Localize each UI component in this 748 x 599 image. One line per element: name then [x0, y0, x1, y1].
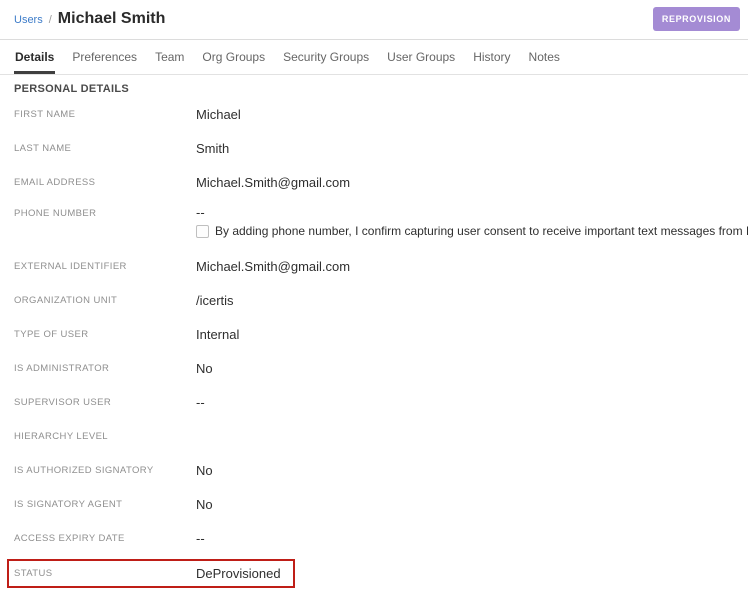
tab-team[interactable]: Team — [154, 40, 185, 74]
field-organization-unit: ORGANIZATION UNIT /icertis — [14, 283, 734, 317]
tab-history[interactable]: History — [472, 40, 511, 74]
field-hierarchy-level: HIERARCHY LEVEL — [14, 419, 734, 453]
tab-bar: Details Preferences Team Org Groups Secu… — [0, 40, 748, 75]
field-type-of-user: TYPE OF USER Internal — [14, 317, 734, 351]
field-status: STATUS DeProvisioned — [14, 555, 734, 591]
status-highlight-box: STATUS DeProvisioned — [7, 559, 295, 588]
breadcrumb-separator: / — [49, 14, 52, 26]
field-value: -- — [196, 395, 205, 410]
field-label: IS ADMINISTRATOR — [14, 363, 196, 374]
reprovision-button[interactable]: REPROVISION — [653, 7, 740, 31]
section-title: PERSONAL DETAILS — [14, 83, 734, 95]
page-title: Michael Smith — [58, 10, 166, 28]
field-label: TYPE OF USER — [14, 329, 196, 340]
field-label: STATUS — [14, 568, 196, 579]
field-label: ORGANIZATION UNIT — [14, 295, 196, 306]
field-email-address: EMAIL ADDRESS Michael.Smith@gmail.com — [14, 165, 734, 199]
tab-preferences[interactable]: Preferences — [71, 40, 138, 74]
field-external-identifier: EXTERNAL IDENTIFIER Michael.Smith@gmail.… — [14, 249, 734, 283]
field-value: /icertis — [196, 293, 234, 308]
field-access-expiry-date: ACCESS EXPIRY DATE -- — [14, 521, 734, 555]
field-value: No — [196, 361, 213, 376]
details-panel: PERSONAL DETAILS FIRST NAME Michael LAST… — [0, 75, 748, 591]
page-header: Users / Michael Smith REPROVISION — [0, 0, 748, 40]
tab-security-groups[interactable]: Security Groups — [282, 40, 370, 74]
field-is-signatory-agent: IS SIGNATORY AGENT No — [14, 487, 734, 521]
breadcrumb-users-link[interactable]: Users — [14, 14, 43, 26]
status-value: DeProvisioned — [196, 566, 281, 581]
field-value: Michael.Smith@gmail.com — [196, 175, 350, 190]
field-value: -- — [196, 531, 205, 546]
field-label: ACCESS EXPIRY DATE — [14, 533, 196, 544]
phone-consent-checkbox[interactable] — [196, 225, 209, 238]
field-value: -- — [196, 205, 748, 220]
field-value: No — [196, 463, 213, 478]
field-label: SUPERVISOR USER — [14, 397, 196, 408]
field-value: No — [196, 497, 213, 512]
field-phone-number: PHONE NUMBER -- By adding phone number, … — [14, 199, 734, 249]
field-value: Michael.Smith@gmail.com — [196, 259, 350, 274]
field-supervisor-user: SUPERVISOR USER -- — [14, 385, 734, 419]
tab-notes[interactable]: Notes — [528, 40, 561, 74]
field-first-name: FIRST NAME Michael — [14, 97, 734, 131]
field-label: EXTERNAL IDENTIFIER — [14, 261, 196, 272]
field-is-authorized-signatory: IS AUTHORIZED SIGNATORY No — [14, 453, 734, 487]
field-label: PHONE NUMBER — [14, 208, 196, 219]
field-is-administrator: IS ADMINISTRATOR No — [14, 351, 734, 385]
field-label: LAST NAME — [14, 143, 196, 154]
field-value: Michael — [196, 107, 241, 122]
tab-details[interactable]: Details — [14, 40, 55, 74]
field-label: FIRST NAME — [14, 109, 196, 120]
phone-consent-row: By adding phone number, I confirm captur… — [196, 224, 748, 238]
field-label: IS SIGNATORY AGENT — [14, 499, 196, 510]
field-label: IS AUTHORIZED SIGNATORY — [14, 465, 196, 476]
field-label: EMAIL ADDRESS — [14, 177, 196, 188]
phone-consent-note: By adding phone number, I confirm captur… — [215, 224, 748, 238]
field-last-name: LAST NAME Smith — [14, 131, 734, 165]
field-value: Smith — [196, 141, 229, 156]
field-label: HIERARCHY LEVEL — [14, 431, 196, 442]
tab-user-groups[interactable]: User Groups — [386, 40, 456, 74]
tab-org-groups[interactable]: Org Groups — [201, 40, 266, 74]
breadcrumb: Users / Michael Smith — [14, 10, 165, 28]
field-value: Internal — [196, 327, 239, 342]
